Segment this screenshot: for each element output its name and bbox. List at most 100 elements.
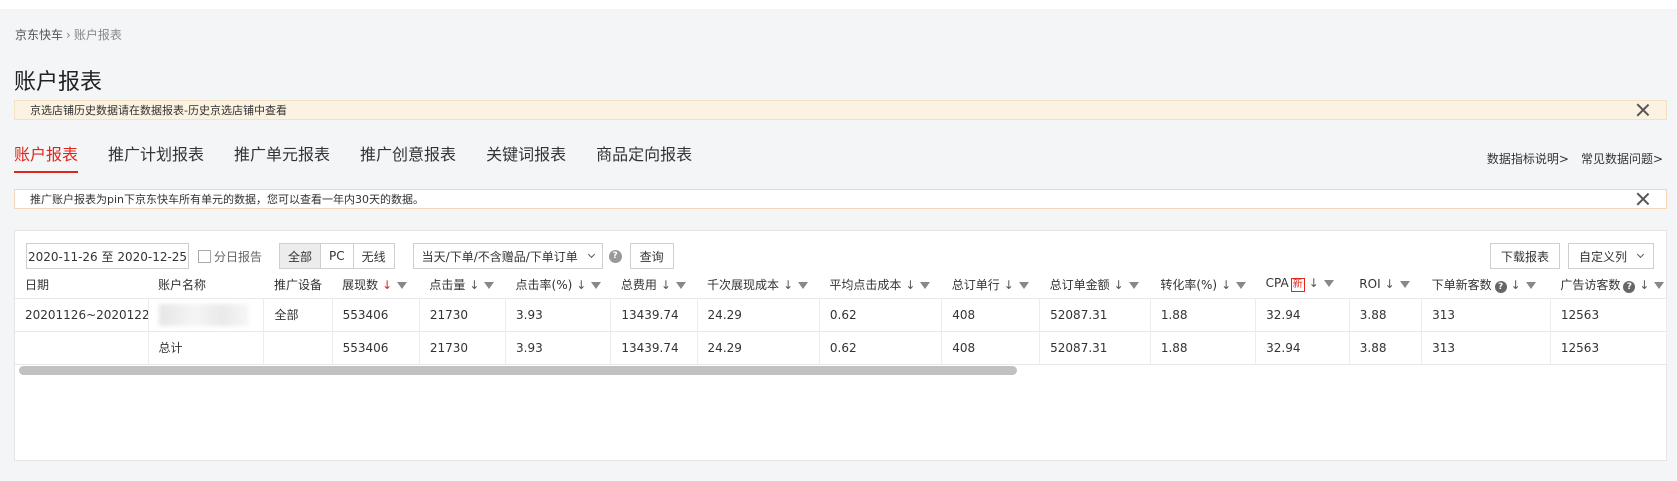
column-header: 点击率(%) ↓ (506, 271, 611, 298)
table-cell: 408 (941, 330, 1041, 365)
column-label: 平均点击成本 (829, 277, 902, 292)
breadcrumb-current: 账户报表 (73, 28, 122, 42)
filter-icon[interactable] (397, 281, 408, 289)
filter-icon[interactable] (1236, 281, 1247, 289)
table-row: 20201126~20201225 全部 553406 21730 3.93 1… (15, 297, 1668, 331)
column-header: 总订单行 ↓ (942, 271, 1040, 298)
daily-report-toggle[interactable]: 分日报告 (198, 248, 262, 265)
date-range-picker[interactable]: 2020-11-26 至 2020-12-25 (26, 243, 189, 269)
table-cell: 21730 (419, 297, 507, 331)
breadcrumb: 京东快车 › 账户报表 (15, 26, 122, 43)
device-mobile-button[interactable]: 无线 (352, 243, 395, 269)
table-cell: 32.94 (1255, 330, 1350, 365)
sort-down-icon[interactable]: ↓ (905, 278, 915, 292)
filter-icon[interactable] (1128, 281, 1139, 289)
report-actions: 下载报表 自定义列 (1482, 243, 1654, 269)
close-icon[interactable] (1636, 192, 1650, 206)
download-report-button[interactable]: 下载报表 (1489, 243, 1560, 269)
filter-icon[interactable] (1525, 281, 1536, 289)
sort-down-icon[interactable]: ↓ (783, 278, 793, 292)
daily-report-label: 分日报告 (214, 249, 263, 264)
device-all-button[interactable]: 全部 (279, 243, 322, 269)
custom-columns-button[interactable]: 自定义列 (1568, 243, 1654, 269)
help-links: 数据指标说明> 常见数据问题> (1475, 150, 1663, 167)
sort-down-icon[interactable]: ↓ (1511, 278, 1521, 292)
sort-down-icon[interactable]: ↓ (1639, 278, 1649, 292)
column-header: ROI ↓ (1349, 271, 1421, 298)
daily-report-checkbox[interactable] (198, 249, 211, 263)
sort-down-icon[interactable]: ↓ (661, 278, 671, 292)
table-cell: 0.62 (819, 297, 943, 331)
filter-icon[interactable] (484, 281, 495, 289)
chevron-down-icon (587, 250, 595, 259)
filter-icon[interactable] (1399, 281, 1410, 289)
sort-down-icon[interactable]: ↓ (1004, 278, 1014, 292)
sort-down-icon[interactable]: ↓ (1309, 276, 1319, 290)
column-label: 日期 (25, 277, 50, 292)
table-total-row: 总计 553406 21730 3.93 13439.74 24.29 0.62… (15, 330, 1668, 365)
sort-down-icon[interactable]: ↓ (1221, 278, 1231, 292)
tab-product-target-report[interactable]: 商品定向报表 (596, 141, 692, 173)
tab-creative-report[interactable]: 推广创意报表 (360, 141, 456, 173)
question-icon[interactable]: ? (608, 249, 622, 263)
table-cell: 3.88 (1349, 330, 1423, 365)
table-cell (148, 297, 265, 331)
table-cell: 408 (941, 297, 1041, 331)
column-label: 推广设备 (273, 277, 322, 292)
tab-unit-report[interactable]: 推广单元报表 (234, 141, 330, 173)
column-header: 推广设备 (264, 271, 332, 298)
metrics-help-link[interactable]: 数据指标说明> (1487, 150, 1569, 167)
sort-down-icon[interactable]: ↓ (382, 278, 392, 292)
report-table: 日期 账户名称 推广设备 展现数 ↓ 点击量 ↓ 点击率(%) ↓ 总费用 ↓ 千次展现… (15, 271, 1668, 365)
horizontal-scrollbar[interactable] (19, 366, 1663, 375)
question-icon[interactable]: ? (1494, 280, 1507, 293)
filter-icon[interactable] (1018, 281, 1029, 289)
column-header: 日期 (15, 271, 148, 298)
account-notice: 推广账户报表为pin下京东快车所有单元的数据，您可以查看一年内30天的数据。 (14, 189, 1667, 209)
table-cell: 32.94 (1255, 297, 1350, 331)
redacted-account-name (158, 303, 249, 326)
table-cell: 总计 (148, 330, 265, 365)
query-button[interactable]: 查询 (629, 243, 674, 269)
table-cell: 3.93 (505, 330, 612, 365)
filter-icon[interactable] (591, 281, 602, 289)
top-strip (0, 0, 1677, 9)
device-pc-button[interactable]: PC (320, 243, 354, 269)
sort-down-icon[interactable]: ↓ (469, 278, 479, 292)
column-label: 转化率(%) (1160, 277, 1218, 292)
breadcrumb-home[interactable]: 京东快车 (15, 26, 63, 43)
filter-icon[interactable] (920, 281, 931, 289)
filter-icon[interactable] (798, 281, 809, 289)
column-label: 点击率(%) (515, 277, 573, 292)
tab-keyword-report[interactable]: 关键词报表 (486, 141, 566, 173)
faq-link[interactable]: 常见数据问题> (1581, 150, 1663, 167)
column-label: ROI (1359, 277, 1381, 292)
column-label: 点击量 (429, 277, 466, 292)
sort-down-icon[interactable]: ↓ (1114, 278, 1124, 292)
order-type-select[interactable]: 当天/下单/不含赠品/下单订单 (412, 243, 603, 269)
scrollbar-thumb[interactable] (19, 366, 1017, 375)
new-badge: 新 (1290, 278, 1305, 293)
tab-account-report[interactable]: 账户报表 (14, 141, 79, 173)
table-cell: 12563 (1550, 330, 1668, 365)
tab-plan-report[interactable]: 推广计划报表 (108, 141, 204, 173)
column-label: 广告访客数 (1560, 277, 1621, 292)
column-header: 点击量 ↓ (419, 271, 505, 298)
custom-columns-label: 自定义列 (1579, 249, 1628, 264)
filter-icon[interactable] (1323, 280, 1334, 288)
table-cell: 1.88 (1150, 297, 1257, 331)
report-panel: 2020-11-26 至 2020-12-25 分日报告 全部 PC 无线 当天… (14, 230, 1668, 461)
column-label: 下单新客数 (1431, 277, 1492, 292)
table-cell: 52087.31 (1039, 330, 1151, 365)
table-cell: 313 (1421, 297, 1551, 331)
filter-icon[interactable] (675, 281, 686, 289)
filter-icon[interactable] (1654, 281, 1665, 289)
sort-down-icon[interactable]: ↓ (1385, 277, 1395, 291)
table-cell: 全部 (263, 297, 333, 331)
question-icon[interactable]: ? (1623, 280, 1636, 293)
page-title: 账户报表 (14, 70, 103, 95)
close-icon[interactable] (1636, 103, 1650, 117)
column-label: 账户名称 (158, 277, 207, 292)
sort-down-icon[interactable]: ↓ (576, 278, 586, 292)
table-cell: 21730 (419, 330, 507, 365)
